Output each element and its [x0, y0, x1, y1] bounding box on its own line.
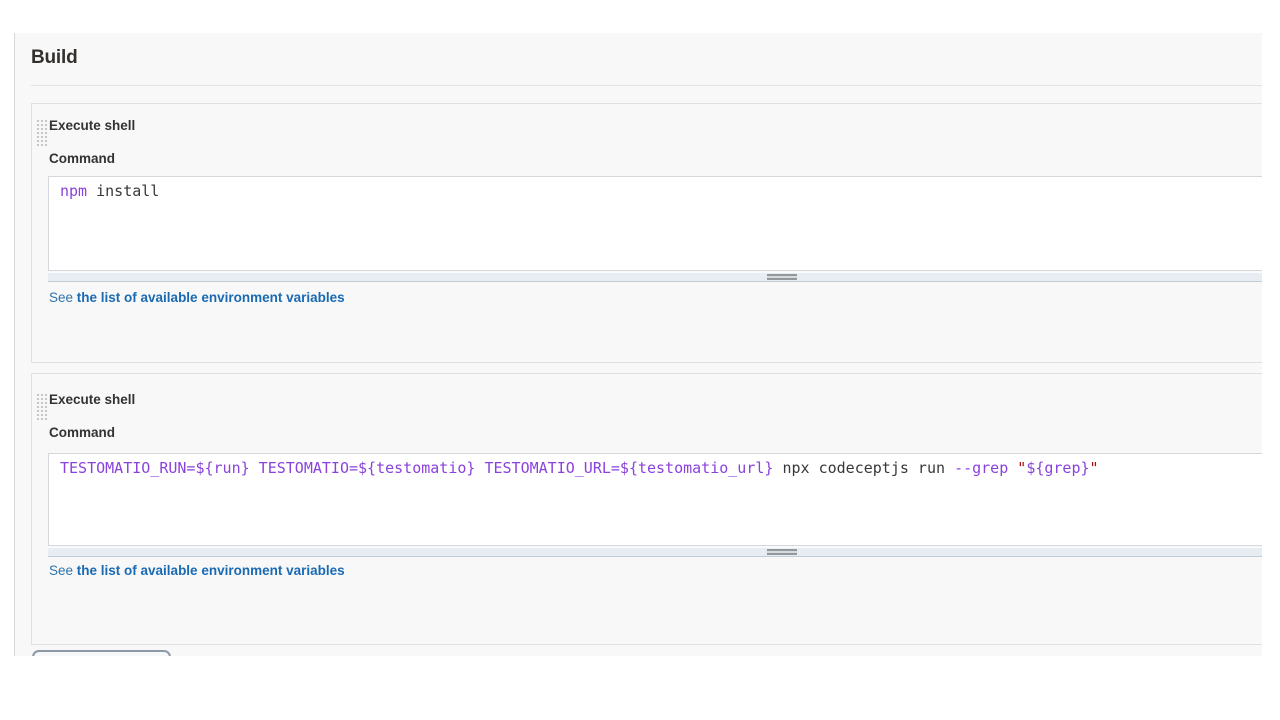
- drag-handle-icon[interactable]: [35, 118, 48, 146]
- env-vars-help-line: See the list of available environment va…: [49, 290, 345, 305]
- resize-grip-icon[interactable]: [767, 549, 797, 555]
- add-build-step-button[interactable]: [32, 650, 171, 656]
- build-step-execute-shell-2: Execute shell Command TESTOMATIO_RUN=${r…: [31, 373, 1262, 645]
- build-step-title: Execute shell: [49, 118, 135, 133]
- shell-command-editor[interactable]: TESTOMATIO_RUN=${run} TESTOMATIO=${testo…: [48, 453, 1262, 546]
- env-vars-link[interactable]: the list of available environment variab…: [77, 563, 345, 578]
- build-config-panel: Build Execute shell Command npm install …: [14, 33, 1262, 656]
- shell-command-text: TESTOMATIO_RUN=${run} TESTOMATIO=${testo…: [49, 454, 1262, 477]
- env-vars-help-line: See the list of available environment va…: [49, 563, 345, 578]
- command-label: Command: [49, 425, 115, 440]
- help-prefix: See: [49, 290, 77, 305]
- editor-resize-bar[interactable]: [48, 547, 1262, 557]
- shell-command-editor[interactable]: npm install: [48, 176, 1262, 271]
- command-label: Command: [49, 151, 115, 166]
- shell-command-text: npm install: [49, 177, 1262, 200]
- build-step-title: Execute shell: [49, 392, 135, 407]
- env-vars-link[interactable]: the list of available environment variab…: [77, 290, 345, 305]
- drag-handle-icon[interactable]: [35, 392, 48, 420]
- editor-resize-bar[interactable]: [48, 272, 1262, 282]
- build-step-execute-shell-1: Execute shell Command npm install See th…: [31, 103, 1262, 363]
- help-prefix: See: [49, 563, 77, 578]
- section-divider: [31, 85, 1262, 86]
- page-title: Build: [31, 47, 78, 69]
- resize-grip-icon[interactable]: [767, 274, 797, 280]
